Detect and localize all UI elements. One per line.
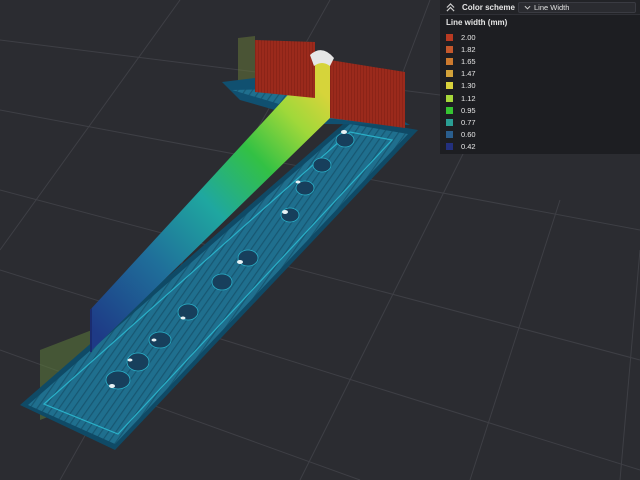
- legend-swatch: [446, 57, 453, 65]
- print-base: [20, 78, 418, 450]
- chevron-down-icon: [523, 3, 531, 11]
- legend-swatch: [446, 70, 453, 78]
- legend-value: 0.60: [461, 130, 476, 140]
- legend-swatch: [446, 82, 453, 90]
- selected-scheme: Line Width: [534, 2, 570, 12]
- legend-value: 2.00: [461, 32, 476, 42]
- color-scheme-select[interactable]: Line Width: [518, 1, 636, 13]
- legend-item: 1.30: [440, 80, 640, 92]
- legend-value: 0.42: [461, 142, 476, 152]
- legend-swatch: [446, 118, 453, 126]
- legend-item: 1.47: [440, 68, 640, 80]
- double-chevron-up-icon[interactable]: [444, 1, 456, 13]
- legend-swatch: [446, 94, 453, 102]
- color-scheme-label: Color scheme: [462, 2, 515, 12]
- legend-swatch: [446, 45, 453, 53]
- legend-value: 0.77: [461, 117, 476, 127]
- legend-item: 0.77: [440, 116, 640, 128]
- legend-item: 0.60: [440, 129, 640, 141]
- legend-value: 1.82: [461, 44, 476, 54]
- legend-value: 1.47: [461, 69, 476, 79]
- legend-value: 1.30: [461, 81, 476, 91]
- legend-item: 0.95: [440, 104, 640, 116]
- legend-item: 1.12: [440, 92, 640, 104]
- legend-value: 1.12: [461, 93, 476, 103]
- legend-item: 1.82: [440, 43, 640, 55]
- legend-swatch: [446, 131, 453, 139]
- legend-swatch: [446, 106, 453, 114]
- legend-value: 1.65: [461, 56, 476, 66]
- legend-swatch: [446, 33, 453, 41]
- legend-value: 0.95: [461, 105, 476, 115]
- color-scheme-panel: Color scheme Line Width Line width (mm) …: [440, 0, 640, 154]
- legend-list: 2.00 1.82 1.65 1.47 1.30 1.12 0.95 0.77 0.60 0.42: [440, 31, 640, 153]
- legend-item: 0.42: [440, 141, 640, 153]
- legend-item: 1.65: [440, 55, 640, 67]
- panel-header: Color scheme Line Width: [440, 0, 640, 15]
- legend-swatch: [446, 143, 453, 151]
- legend-title: Line width (mm): [446, 18, 508, 27]
- legend-item: 2.00: [440, 31, 640, 43]
